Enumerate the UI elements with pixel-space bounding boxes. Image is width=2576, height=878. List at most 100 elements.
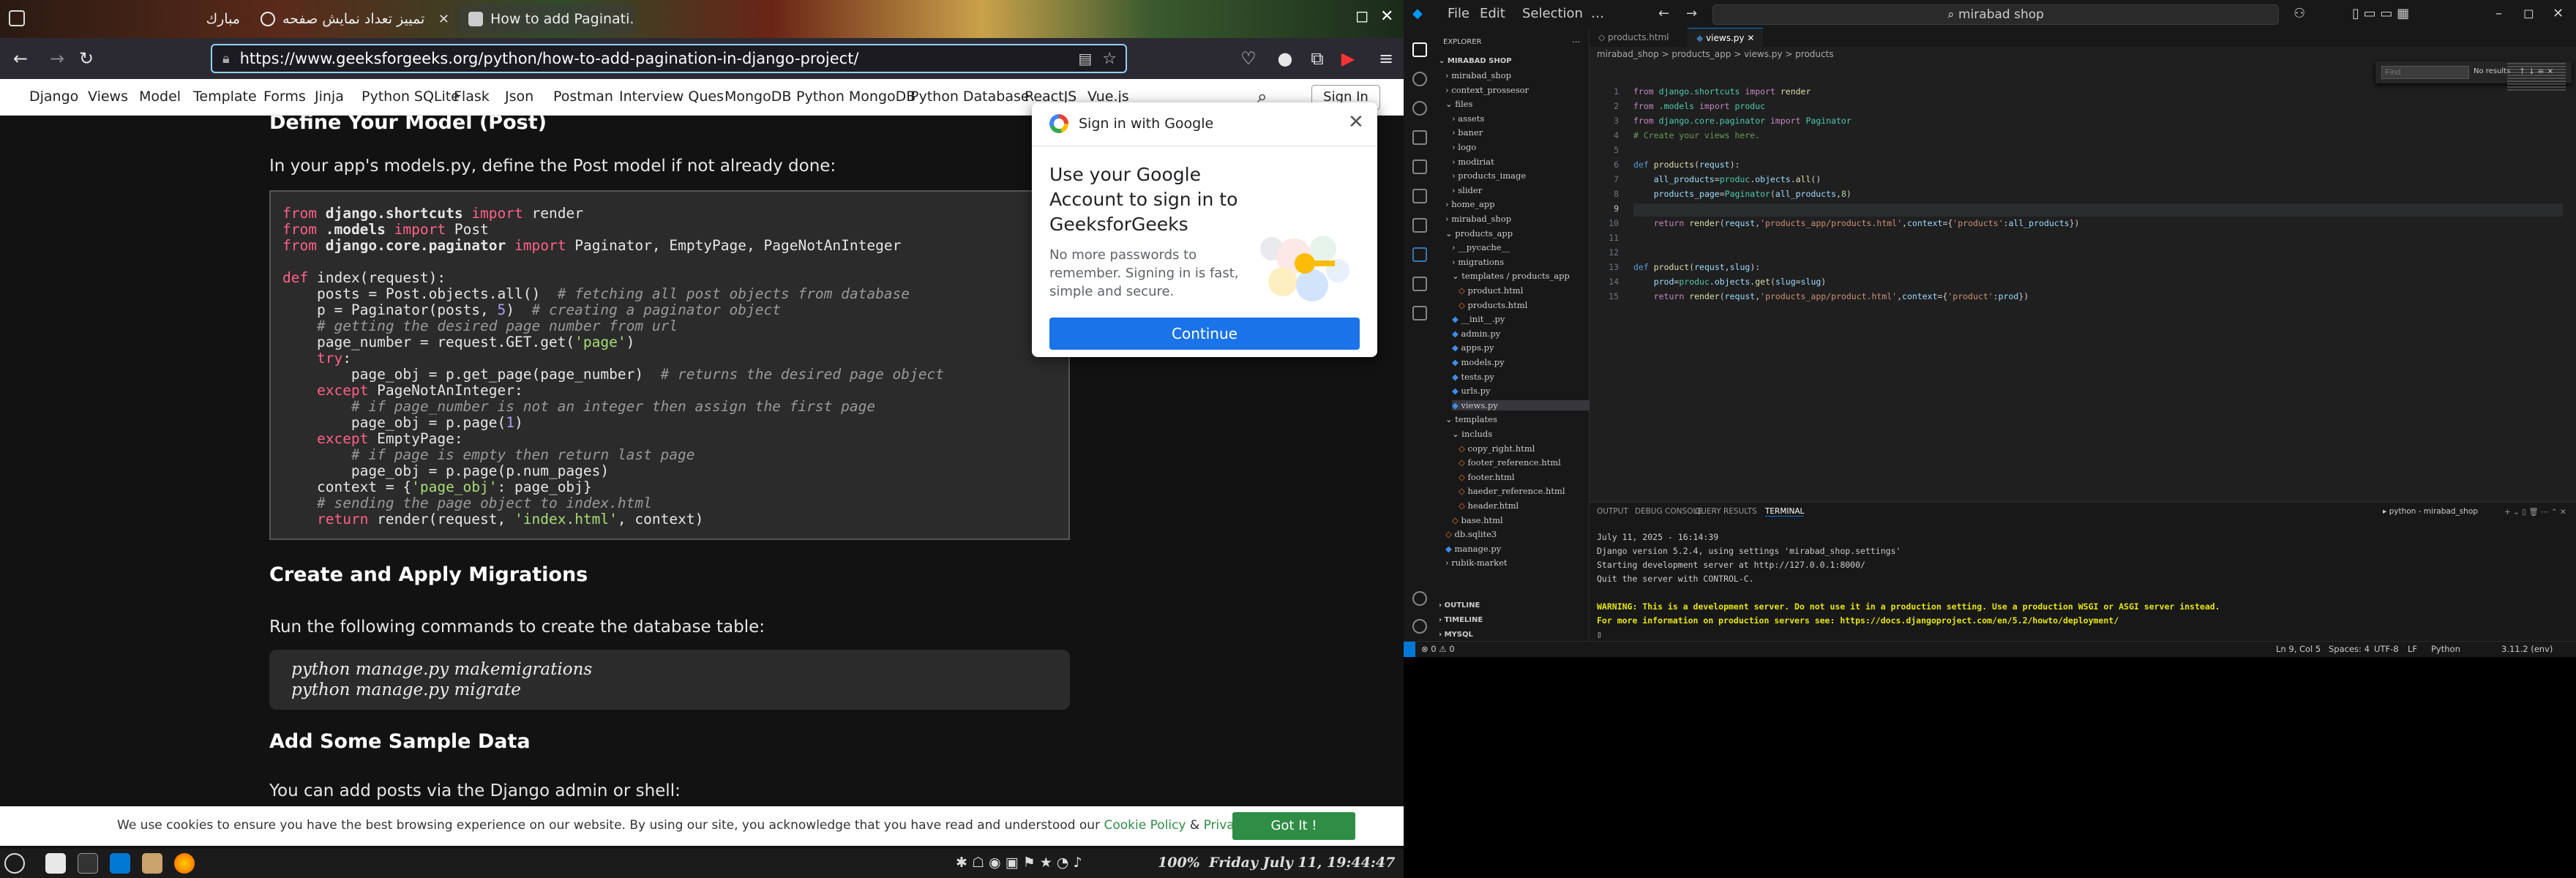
close-icon[interactable]: ✕ bbox=[438, 12, 449, 27]
url-bar[interactable]: 🔒︎ https://www.geeksforgeeks.org/python/… bbox=[211, 44, 1127, 73]
close-icon[interactable]: ✕ bbox=[1348, 111, 1364, 133]
menu-item[interactable]: Edit bbox=[1480, 6, 1505, 21]
topic-nav-item[interactable]: Python MongoDB bbox=[796, 89, 916, 105]
code-block[interactable]: from django.shortcuts import render from… bbox=[269, 190, 1070, 540]
tree-folder[interactable]: › assets bbox=[1452, 113, 1484, 124]
run-debug-icon[interactable] bbox=[1412, 130, 1427, 145]
restore-icon[interactable]: ◻ bbox=[1355, 7, 1368, 26]
tab-list-icon[interactable] bbox=[9, 10, 25, 26]
tree-file[interactable]: ◇ base.html bbox=[1452, 515, 1503, 525]
topic-nav-item[interactable]: Postman bbox=[553, 89, 613, 105]
tree-file[interactable]: ◇ copy_right.html bbox=[1459, 443, 1535, 454]
topic-nav-item[interactable]: Interview Ques bbox=[619, 89, 724, 105]
tree-folder[interactable]: › rubik-market bbox=[1445, 558, 1508, 568]
menu-icon[interactable]: ≡ bbox=[1374, 47, 1398, 70]
command-block[interactable]: python manage.py makemigrations python m… bbox=[269, 650, 1070, 710]
panel-tab[interactable]: DEBUG CONSOLE bbox=[1635, 507, 1702, 516]
tab-2[interactable]: تمييز تعداد نمايش صفحه ✕ bbox=[250, 4, 458, 34]
topic-nav-item[interactable]: Forms bbox=[263, 89, 306, 105]
topic-nav-item[interactable]: Flask bbox=[454, 89, 490, 105]
tree-folder[interactable]: › context_prossesor bbox=[1445, 85, 1529, 95]
outline-section[interactable]: › OUTLINE bbox=[1439, 601, 1480, 609]
command-center-search[interactable]: ⌕ mirabad shop bbox=[1712, 4, 2279, 25]
problems-count[interactable]: ⊗ 0 ⚠ 0 bbox=[1421, 644, 1455, 654]
terminal-instance-label[interactable]: ▸ python - mirabad_shop bbox=[2383, 507, 2478, 516]
tree-file[interactable]: ◇ haeder_reference.html bbox=[1459, 486, 1565, 496]
reload-icon[interactable]: ↻ bbox=[75, 47, 98, 70]
account-icon[interactable]: ● bbox=[1273, 47, 1297, 70]
menu-item[interactable]: File bbox=[1448, 6, 1469, 21]
back-icon[interactable]: ← bbox=[1658, 6, 1669, 21]
reader-icon[interactable]: ▤ bbox=[1078, 50, 1092, 67]
tree-file[interactable]: ◇ db.sqlite3 bbox=[1445, 529, 1497, 539]
forward-icon[interactable]: → bbox=[1686, 6, 1697, 21]
tree-folder[interactable]: › logo bbox=[1452, 142, 1476, 152]
project-root[interactable]: ⌄ MIRABAD SHOP bbox=[1439, 57, 1512, 65]
maximize-icon[interactable]: ◻ bbox=[2523, 6, 2534, 21]
source-control-icon[interactable] bbox=[1412, 101, 1427, 116]
got-it-button[interactable]: Got It ! bbox=[1232, 812, 1355, 840]
tree-file[interactable]: ◆ __init__.py bbox=[1452, 314, 1505, 324]
topic-nav-item[interactable]: Python SQLite bbox=[362, 89, 460, 105]
tree-file[interactable]: ◇ footer.html bbox=[1459, 472, 1515, 482]
tab-3-active[interactable]: How to add Paginati... bbox=[458, 4, 634, 34]
tree-folder[interactable]: › slider bbox=[1452, 185, 1482, 195]
clock[interactable]: Friday July 11, 19:44:47 bbox=[1209, 855, 1395, 871]
vscode-app-icon[interactable] bbox=[110, 853, 130, 874]
tree-file[interactable]: ◇ products.html bbox=[1459, 300, 1527, 310]
tree-file[interactable]: ◆ admin.py bbox=[1452, 329, 1500, 339]
tree-file[interactable]: ◆ manage.py bbox=[1445, 544, 1501, 554]
tree-folder[interactable]: › home_app bbox=[1445, 199, 1495, 209]
tree-folder[interactable]: › mirabad_shop bbox=[1445, 214, 1511, 224]
cookie-policy-link[interactable]: Cookie Policy bbox=[1104, 818, 1186, 833]
remote-indicator-icon[interactable] bbox=[1404, 642, 1415, 657]
layout-icons[interactable]: ▯ ▭ ▭ ▦ bbox=[2352, 6, 2409, 21]
tree-folder[interactable]: ⌄ includs bbox=[1452, 429, 1492, 439]
tree-folder[interactable]: › migrations bbox=[1452, 257, 1504, 267]
tree-folder[interactable]: › mirabad_shop bbox=[1445, 70, 1511, 80]
encoding[interactable]: UTF-8 bbox=[2374, 644, 2399, 654]
cursor-position[interactable]: Ln 9, Col 5 bbox=[2276, 644, 2321, 654]
explorer-icon[interactable] bbox=[1412, 42, 1427, 57]
tree-folder[interactable]: › products_image bbox=[1452, 170, 1526, 181]
tree-file[interactable]: ◆ tests.py bbox=[1452, 372, 1494, 382]
topic-nav-item[interactable]: Views bbox=[88, 89, 128, 105]
tree-file[interactable]: ◆ models.py bbox=[1452, 357, 1505, 367]
topic-nav-item[interactable]: Json bbox=[505, 89, 533, 105]
panel-tab[interactable]: TERMINAL bbox=[1765, 507, 1805, 517]
back-icon[interactable]: ← bbox=[9, 47, 32, 70]
tab-1[interactable]: مبارك bbox=[160, 4, 247, 34]
continue-button[interactable]: Continue bbox=[1049, 318, 1360, 350]
tree-folder[interactable]: ⌄ templates / products_app bbox=[1452, 271, 1570, 281]
panel-tab[interactable]: QUERY RESULTS bbox=[1695, 507, 1757, 516]
topic-nav-item[interactable]: Django bbox=[29, 89, 78, 105]
minimize-icon[interactable]: – bbox=[2496, 6, 2502, 21]
topic-nav-item[interactable]: Template bbox=[193, 89, 257, 105]
close-window-icon[interactable]: ✕ bbox=[2553, 6, 2564, 21]
account-icon[interactable] bbox=[1412, 591, 1427, 606]
bookmark-star-icon[interactable]: ☆ bbox=[1102, 50, 1117, 68]
docker-icon[interactable] bbox=[1412, 306, 1427, 320]
close-window-icon[interactable]: ✕ bbox=[1380, 7, 1393, 26]
tree-file[interactable]: ◆ urls.py bbox=[1452, 386, 1491, 396]
youtube-ext-icon[interactable]: ▶ bbox=[1336, 47, 1360, 70]
pocket-icon[interactable]: ♡ bbox=[1237, 47, 1260, 70]
firefox-app-icon[interactable] bbox=[174, 853, 195, 874]
close-icon[interactable]: ✕ bbox=[1747, 33, 1754, 43]
tree-folder[interactable]: ⌄ templates bbox=[1445, 414, 1497, 424]
search-icon[interactable] bbox=[1412, 72, 1427, 86]
topic-nav-item[interactable]: Jinja bbox=[315, 89, 344, 105]
panel-tab[interactable]: OUTPUT bbox=[1597, 507, 1628, 516]
topic-nav-item[interactable]: MongoDB bbox=[724, 89, 791, 105]
minimap[interactable] bbox=[2507, 63, 2566, 92]
tab-views-py[interactable]: ◆ views.py ✕ bbox=[1688, 28, 1764, 47]
topic-nav-item[interactable]: Python Database bbox=[910, 89, 1030, 105]
mysql-section[interactable]: › MYSQL bbox=[1439, 631, 1473, 639]
menu-item[interactable]: … bbox=[1591, 6, 1604, 21]
python-interpreter[interactable]: 3.11.2 (env) bbox=[2501, 644, 2553, 654]
tree-file[interactable]: ◇ product.html bbox=[1459, 285, 1523, 296]
line-ending[interactable]: LF bbox=[2408, 644, 2417, 654]
tree-folder[interactable]: ⌄ products_app bbox=[1445, 228, 1513, 239]
topic-nav-item[interactable]: Model bbox=[139, 89, 181, 105]
more-actions-icon[interactable]: ⋯ bbox=[1572, 37, 1581, 47]
